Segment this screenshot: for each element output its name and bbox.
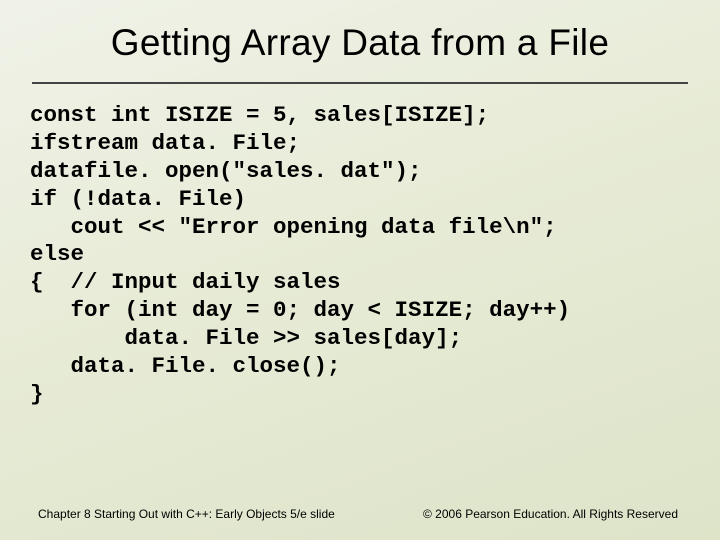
footer-left: Chapter 8 Starting Out with C++: Early O…	[38, 507, 335, 522]
footer-right: © 2006 Pearson Education. All Rights Res…	[423, 507, 678, 522]
code-block: const int ISIZE = 5, sales[ISIZE]; ifstr…	[0, 102, 720, 409]
slide-title: Getting Array Data from a File	[0, 0, 720, 74]
slide: Getting Array Data from a File const int…	[0, 0, 720, 540]
divider	[32, 82, 688, 84]
